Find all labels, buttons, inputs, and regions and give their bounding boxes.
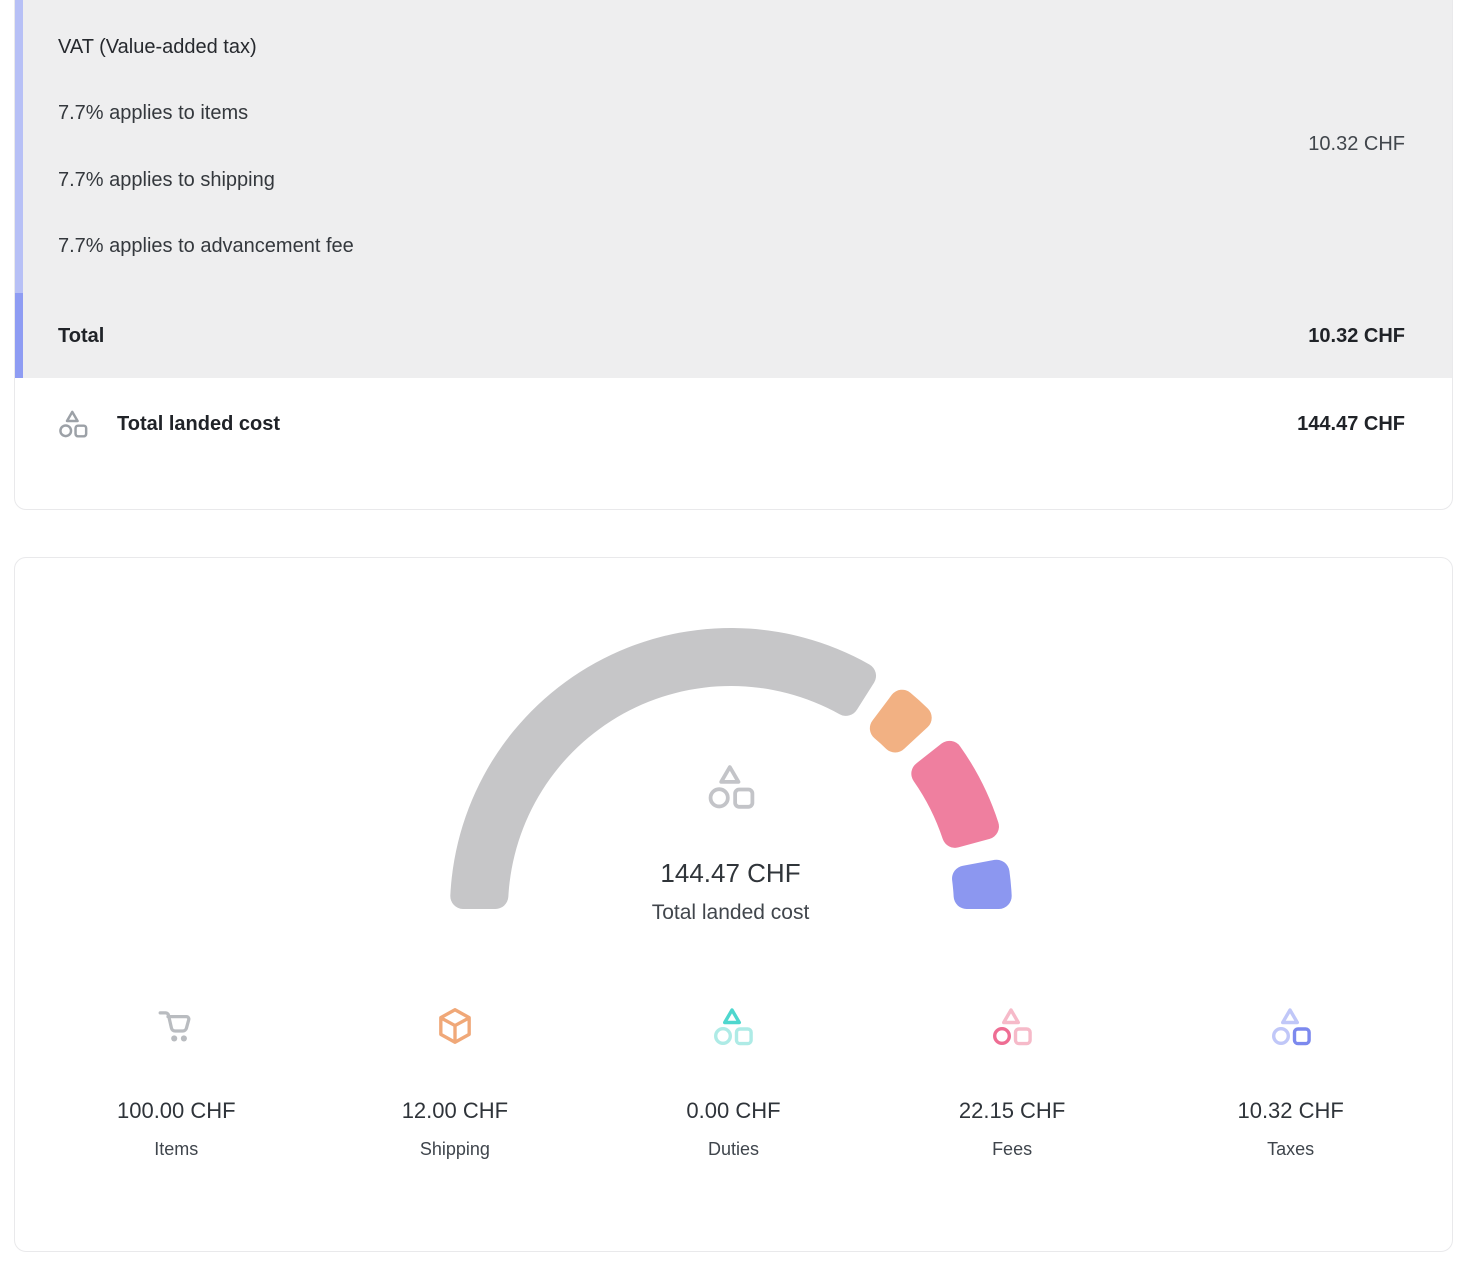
- stat-value: 0.00 CHF: [686, 1098, 780, 1124]
- stat-label: Shipping: [420, 1138, 490, 1160]
- vat-section-title: VAT (Value-added tax): [58, 33, 257, 61]
- stat-fees: 22.15 CHF Fees: [873, 1004, 1152, 1160]
- vat-accent-bar: [15, 0, 23, 293]
- tax-total-amount: 10.32 CHF: [1308, 325, 1405, 348]
- taxes-shapes-icon: [1269, 1004, 1313, 1048]
- stat-label: Duties: [708, 1138, 759, 1160]
- stat-value: 12.00 CHF: [402, 1098, 508, 1124]
- landed-cost-gauge-card: 144.47 CHF Total landed cost 100.00 CHF …: [14, 557, 1453, 1252]
- vat-amount: 10.32 CHF: [1308, 133, 1405, 156]
- total-landed-cost-amount: 144.47 CHF: [1297, 411, 1405, 437]
- stat-value: 22.15 CHF: [959, 1098, 1065, 1124]
- vat-rule-items: 7.7% applies to items: [58, 100, 248, 127]
- vat-rule-advancement-fee: 7.7% applies to advancement fee: [58, 233, 354, 260]
- gauge-center-value: 144.47 CHF: [15, 858, 1446, 888]
- gauge-center-label: Total landed cost: [15, 900, 1446, 925]
- cart-icon: [154, 1004, 198, 1048]
- stat-value: 10.32 CHF: [1237, 1098, 1343, 1124]
- total-accent-bar: [15, 293, 23, 378]
- stat-label: Items: [154, 1138, 198, 1160]
- cube-icon: [434, 1004, 476, 1048]
- stat-label: Taxes: [1267, 1138, 1314, 1160]
- duties-shapes-icon: [711, 1004, 755, 1048]
- cost-stats-row: 100.00 CHF Items 12.00 CHF Shipping: [37, 1004, 1430, 1160]
- vat-rule-shipping: 7.7% applies to shipping: [58, 167, 275, 194]
- tax-total-label: Total: [58, 325, 104, 348]
- stat-value: 100.00 CHF: [117, 1098, 236, 1124]
- cost-breakdown-card: VAT (Value-added tax) 7.7% applies to it…: [14, 0, 1453, 510]
- stat-duties: 0.00 CHF Duties: [594, 1004, 873, 1160]
- total-landed-cost-label: Total landed cost: [117, 411, 280, 437]
- landed-cost-shapes-icon: [57, 408, 89, 439]
- gauge-center-shapes-icon: [705, 761, 757, 811]
- stat-shipping: 12.00 CHF Shipping: [316, 1004, 595, 1160]
- stat-items: 100.00 CHF Items: [37, 1004, 316, 1160]
- stat-taxes: 10.32 CHF Taxes: [1151, 1004, 1430, 1160]
- stat-label: Fees: [992, 1138, 1032, 1160]
- fees-shapes-icon: [990, 1004, 1034, 1048]
